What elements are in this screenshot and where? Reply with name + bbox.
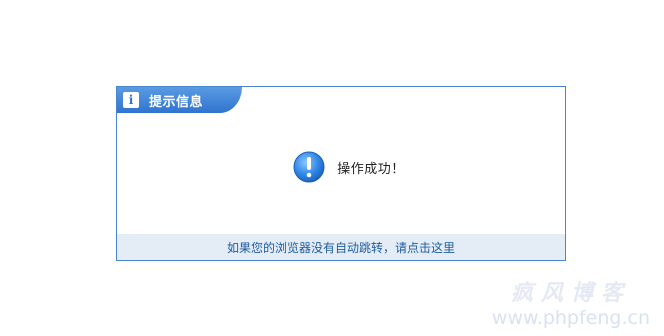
watermark-title: 疯风博客 [510, 280, 631, 306]
watermark: 疯风博客 www.phpfeng.cn [492, 280, 650, 330]
watermark-url: www.phpfeng.cn [491, 307, 650, 329]
dialog-title: 提示信息 [149, 94, 204, 110]
exclamation-circle-icon [293, 151, 325, 183]
status-message: 操作成功！ [337, 161, 405, 177]
message-area: 操作成功！ [117, 151, 565, 183]
info-icon: i [123, 92, 139, 108]
dialog-footer: 如果您的浏览器没有自动跳转，请点击这里 [117, 234, 565, 260]
page: i 提示信息 操作成功！ 如果您的浏览器没有自动跳转，请点击这里 疯风博客 ww… [0, 0, 664, 336]
dialog-title-tab: i 提示信息 [117, 87, 242, 113]
message-dialog: i 提示信息 操作成功！ 如果您的浏览器没有自动跳转，请点击这里 [116, 86, 566, 261]
redirect-link[interactable]: 如果您的浏览器没有自动跳转，请点击这里 [227, 239, 455, 256]
